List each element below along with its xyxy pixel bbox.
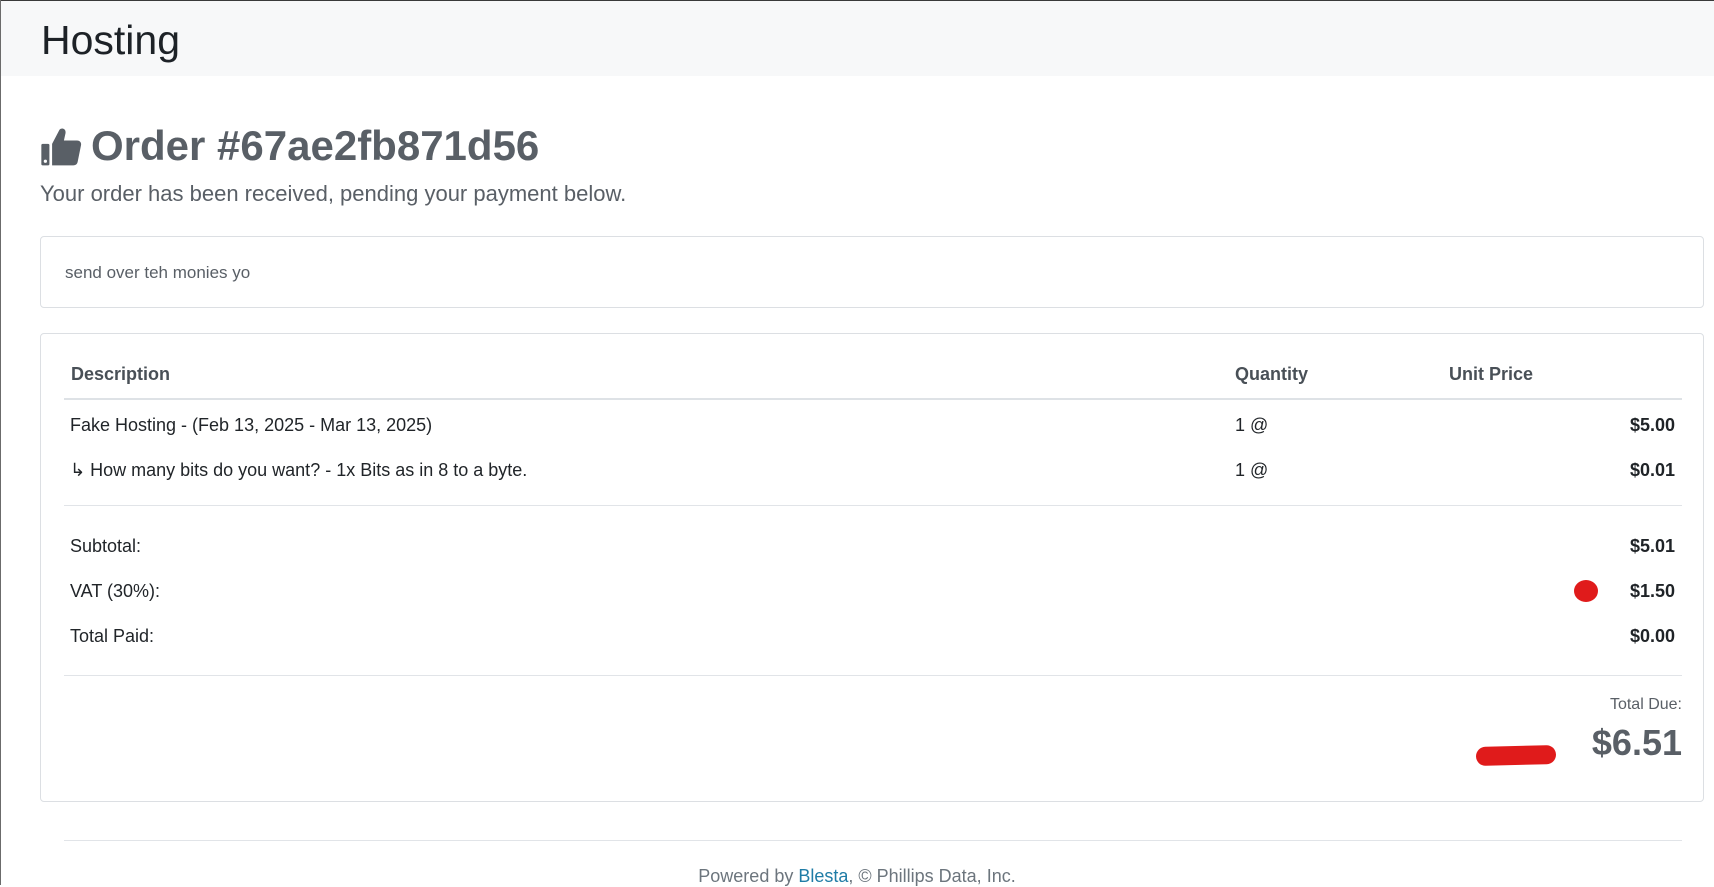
line-item-amount: $5.00 <box>1629 415 1675 435</box>
vat-label: VAT (30%): <box>70 581 161 601</box>
footer: Powered by Blesta, © Phillips Data, Inc. <box>0 866 1714 887</box>
order-heading: Order #67ae2fb871d56 <box>40 118 539 174</box>
total-due-label: Total Due: <box>1609 696 1682 713</box>
window-left-border <box>0 0 1 885</box>
line-item-description: ↳ How many bits do you want? - 1x Bits a… <box>70 460 528 480</box>
order-status-message: Your order has been received, pending yo… <box>40 181 627 206</box>
total-paid-label: Total Paid: <box>70 626 155 646</box>
thumbs-up-icon <box>41 127 82 165</box>
column-header-unit-price: Unit Price <box>1449 364 1534 384</box>
subtotal-amount: $5.01 <box>1629 536 1675 556</box>
red-annotation-dot <box>1574 580 1598 602</box>
subtotal-label: Subtotal: <box>70 536 142 556</box>
line-item-description: Fake Hosting - (Feb 13, 2025 - Mar 13, 2… <box>70 415 433 435</box>
table-header-divider <box>64 398 1682 400</box>
order-notice-panel: send over teh monies yo <box>40 236 1704 308</box>
page-title: Hosting <box>41 17 181 63</box>
vat-amount: $1.50 <box>1629 581 1675 601</box>
footer-prefix: Powered by <box>698 866 799 886</box>
total-paid-amount: $0.00 <box>1629 626 1675 646</box>
column-header-quantity: Quantity <box>1235 364 1309 384</box>
red-annotation-stroke <box>1475 744 1557 767</box>
total-due-amount: $6.51 <box>1591 722 1682 763</box>
column-header-description: Description <box>71 364 171 384</box>
line-item-amount: $0.01 <box>1629 460 1675 480</box>
line-item-quantity: 1 @ <box>1235 415 1269 435</box>
footer-divider <box>64 840 1682 841</box>
invoice-panel <box>40 333 1704 802</box>
footer-copyright: , © Phillips Data, Inc. <box>848 866 1016 886</box>
totals-divider <box>64 675 1682 676</box>
order-notice-text: send over teh monies yo <box>65 263 251 282</box>
line-item-quantity: 1 @ <box>1235 460 1269 480</box>
page-header: Hosting <box>1 1 1714 76</box>
items-divider <box>64 505 1682 506</box>
order-number: Order #67ae2fb871d56 <box>91 122 540 169</box>
blesta-link[interactable]: Blesta <box>798 866 848 886</box>
